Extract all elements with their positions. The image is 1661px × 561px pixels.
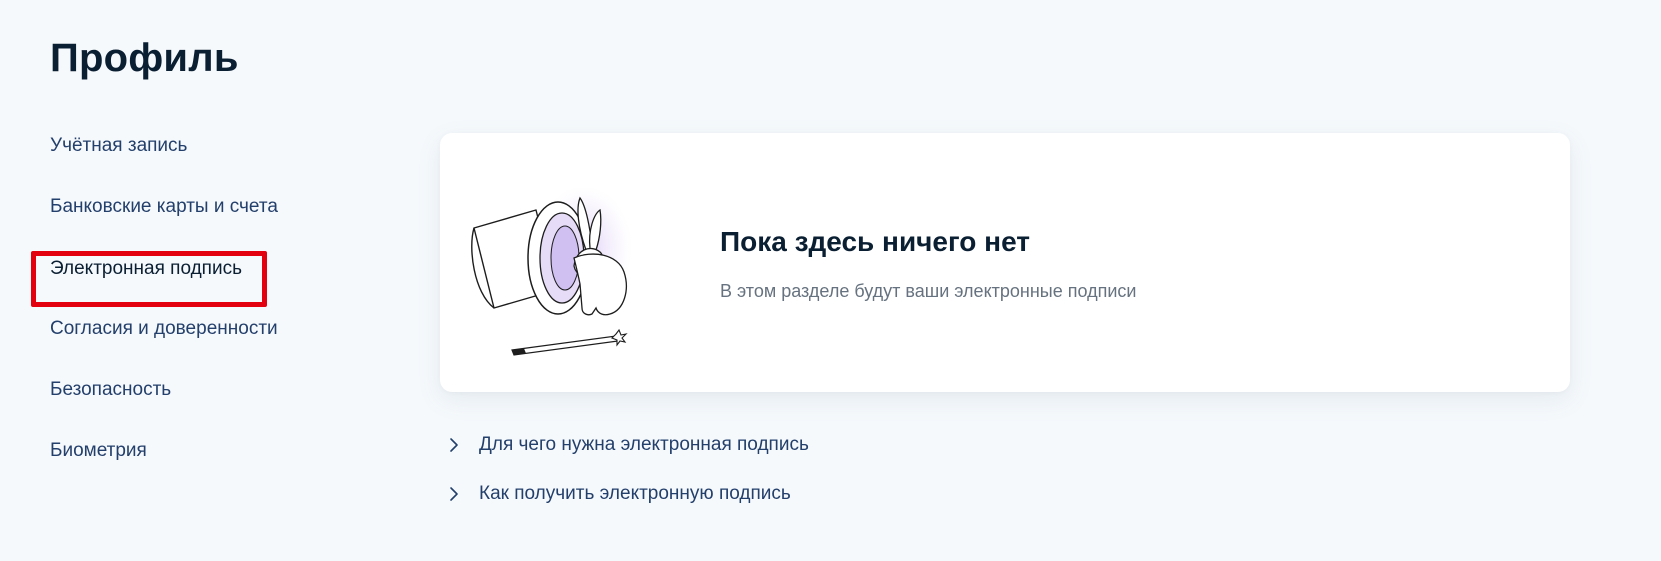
- sidebar-item-security[interactable]: Безопасность: [50, 379, 171, 401]
- faq-item-label: Для чего нужна электронная подпись: [479, 434, 809, 455]
- sidebar-item-biometrics[interactable]: Биометрия: [50, 440, 147, 462]
- sidebar-item-account[interactable]: Учётная запись: [50, 135, 187, 157]
- faq-item-why-signature[interactable]: Для чего нужна электронная подпись: [447, 434, 809, 456]
- empty-state-card: Пока здесь ничего нет В этом разделе буд…: [440, 133, 1570, 392]
- magic-hat-rabbit-illustration: [471, 188, 632, 356]
- chevron-right-icon: [450, 487, 458, 501]
- page-title: Профиль: [50, 36, 239, 80]
- sidebar-item-consents[interactable]: Согласия и доверенности: [50, 318, 278, 340]
- faq-item-label: Как получить электронную подпись: [479, 483, 791, 504]
- sidebar-item-bank-cards[interactable]: Банковские карты и счета: [50, 196, 278, 218]
- selection-highlight-box: [31, 251, 267, 307]
- empty-state-title: Пока здесь ничего нет: [720, 226, 1031, 257]
- empty-state-subtitle: В этом разделе будут ваши электронные по…: [720, 281, 1137, 301]
- chevron-right-icon: [450, 438, 458, 452]
- faq-item-how-to-get-signature[interactable]: Как получить электронную подпись: [447, 483, 791, 505]
